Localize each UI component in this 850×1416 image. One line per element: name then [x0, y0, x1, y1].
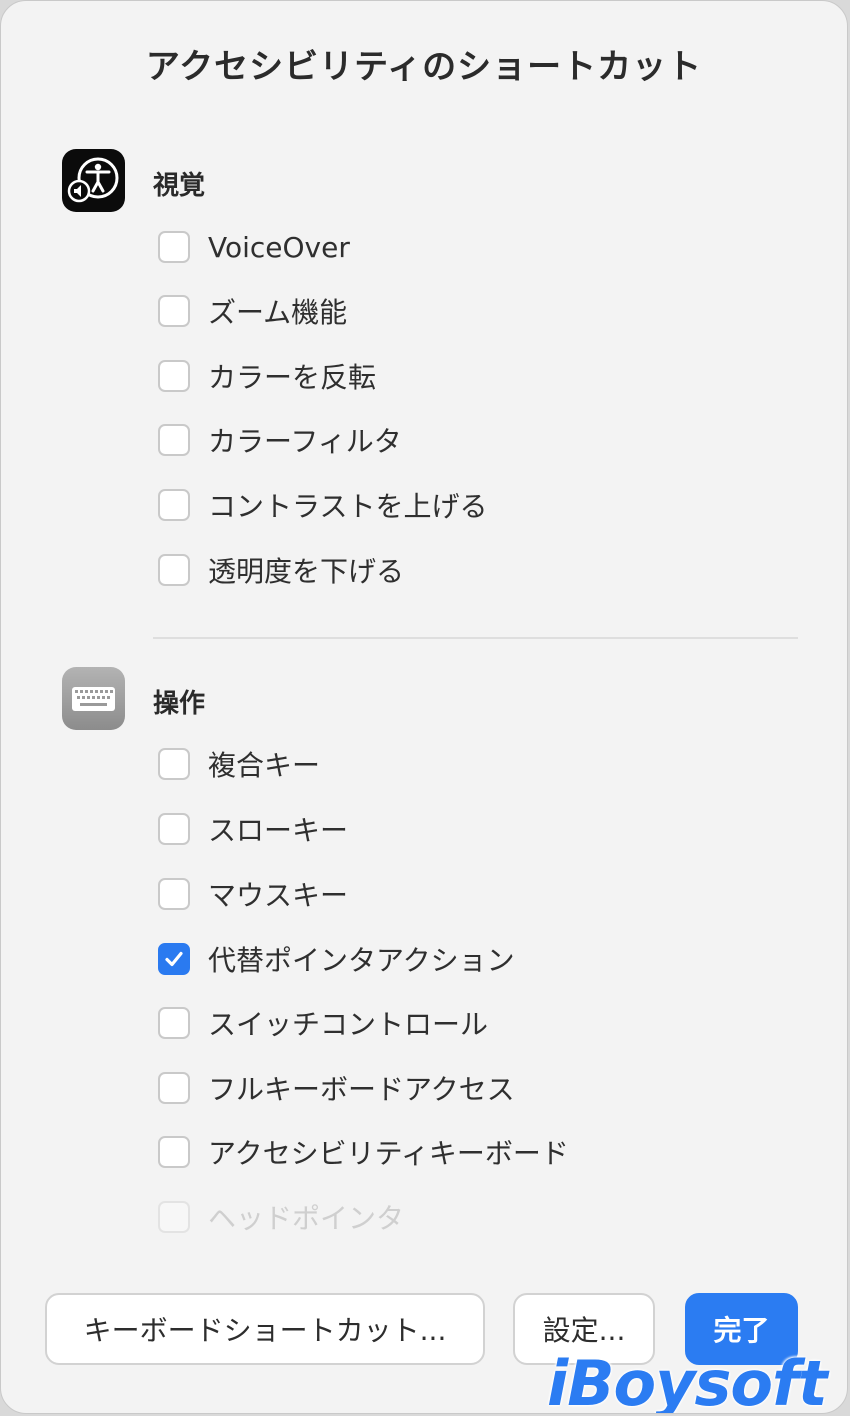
- checkbox-label: カラーを反転: [208, 361, 377, 394]
- checkbox-label: ヘッドポインタ: [208, 1202, 405, 1235]
- checkbox-label: ズーム機能: [208, 296, 348, 329]
- full-keyboard-access-checkbox[interactable]: [158, 1072, 190, 1104]
- section-divider: [153, 637, 798, 639]
- keyboard-icon: [62, 667, 125, 730]
- slow-keys-checkbox[interactable]: [158, 813, 190, 845]
- checkbox-label: マウスキー: [208, 879, 349, 912]
- sticky-keys-checkbox[interactable]: [158, 748, 190, 780]
- checkbox-label: アクセシビリティキーボード: [208, 1137, 569, 1170]
- switch-control-checkbox[interactable]: [158, 1007, 190, 1039]
- mouse-keys-checkbox[interactable]: [158, 878, 190, 910]
- checkmark-icon: [165, 951, 183, 967]
- checkbox-label: フルキーボードアクセス: [208, 1073, 515, 1106]
- checkbox-label: 透明度を下げる: [208, 555, 405, 588]
- accessibility-icon: [62, 149, 125, 212]
- alternate-pointer-actions-checkbox[interactable]: [158, 943, 190, 975]
- section-title-motor: 操作: [153, 689, 206, 719]
- watermark-logo: iBoysoft: [547, 1347, 828, 1414]
- accessibility-shortcuts-dialog: アクセシビリティのショートカット 視覚 VoiceOver ズーム機能 カラーを…: [0, 0, 848, 1414]
- keyboard-shortcuts-button[interactable]: キーボードショートカット...: [45, 1293, 485, 1365]
- invert-colors-checkbox[interactable]: [158, 360, 190, 392]
- checkbox-row-mouse-keys[interactable]: マウスキー: [158, 874, 348, 914]
- increase-contrast-checkbox[interactable]: [158, 489, 190, 521]
- checkbox-row-color-filters[interactable]: カラーフィルタ: [158, 420, 402, 460]
- checkbox-row-zoom[interactable]: ズーム機能: [158, 291, 347, 331]
- checkbox-label: カラーフィルタ: [208, 425, 402, 458]
- checkbox-label: スローキー: [208, 814, 349, 847]
- checkbox-label: コントラストを上げる: [208, 490, 488, 523]
- checkbox-row-accessibility-keyboard[interactable]: アクセシビリティキーボード: [158, 1132, 569, 1172]
- color-filters-checkbox[interactable]: [158, 424, 190, 456]
- checkbox-row-full-keyboard-access[interactable]: フルキーボードアクセス: [158, 1068, 515, 1108]
- head-pointer-checkbox: [158, 1201, 190, 1233]
- checkbox-label: 代替ポインタアクション: [208, 944, 515, 977]
- checkbox-row-increase-contrast[interactable]: コントラストを上げる: [158, 485, 487, 525]
- checkbox-row-slow-keys[interactable]: スローキー: [158, 809, 348, 849]
- section-title-vision: 視覚: [153, 171, 206, 201]
- checkbox-row-invert-colors[interactable]: カラーを反転: [158, 356, 376, 396]
- checkbox-row-alternate-pointer-actions[interactable]: 代替ポインタアクション: [158, 939, 515, 979]
- dialog-title: アクセシビリティのショートカット: [145, 47, 703, 87]
- checkbox-label: VoiceOver: [208, 230, 350, 264]
- checkbox-label: スイッチコントロール: [208, 1008, 489, 1041]
- reduce-transparency-checkbox[interactable]: [158, 554, 190, 586]
- checkbox-row-voiceover[interactable]: VoiceOver: [158, 227, 350, 267]
- checkbox-row-reduce-transparency[interactable]: 透明度を下げる: [158, 550, 404, 590]
- checkbox-row-sticky-keys[interactable]: 複合キー: [158, 744, 320, 784]
- accessibility-keyboard-checkbox[interactable]: [158, 1136, 190, 1168]
- voiceover-checkbox[interactable]: [158, 231, 190, 263]
- checkbox-row-head-pointer: ヘッドポインタ: [158, 1197, 404, 1237]
- zoom-checkbox[interactable]: [158, 295, 190, 327]
- checkbox-row-switch-control[interactable]: スイッチコントロール: [158, 1003, 488, 1043]
- checkbox-label: 複合キー: [208, 749, 321, 782]
